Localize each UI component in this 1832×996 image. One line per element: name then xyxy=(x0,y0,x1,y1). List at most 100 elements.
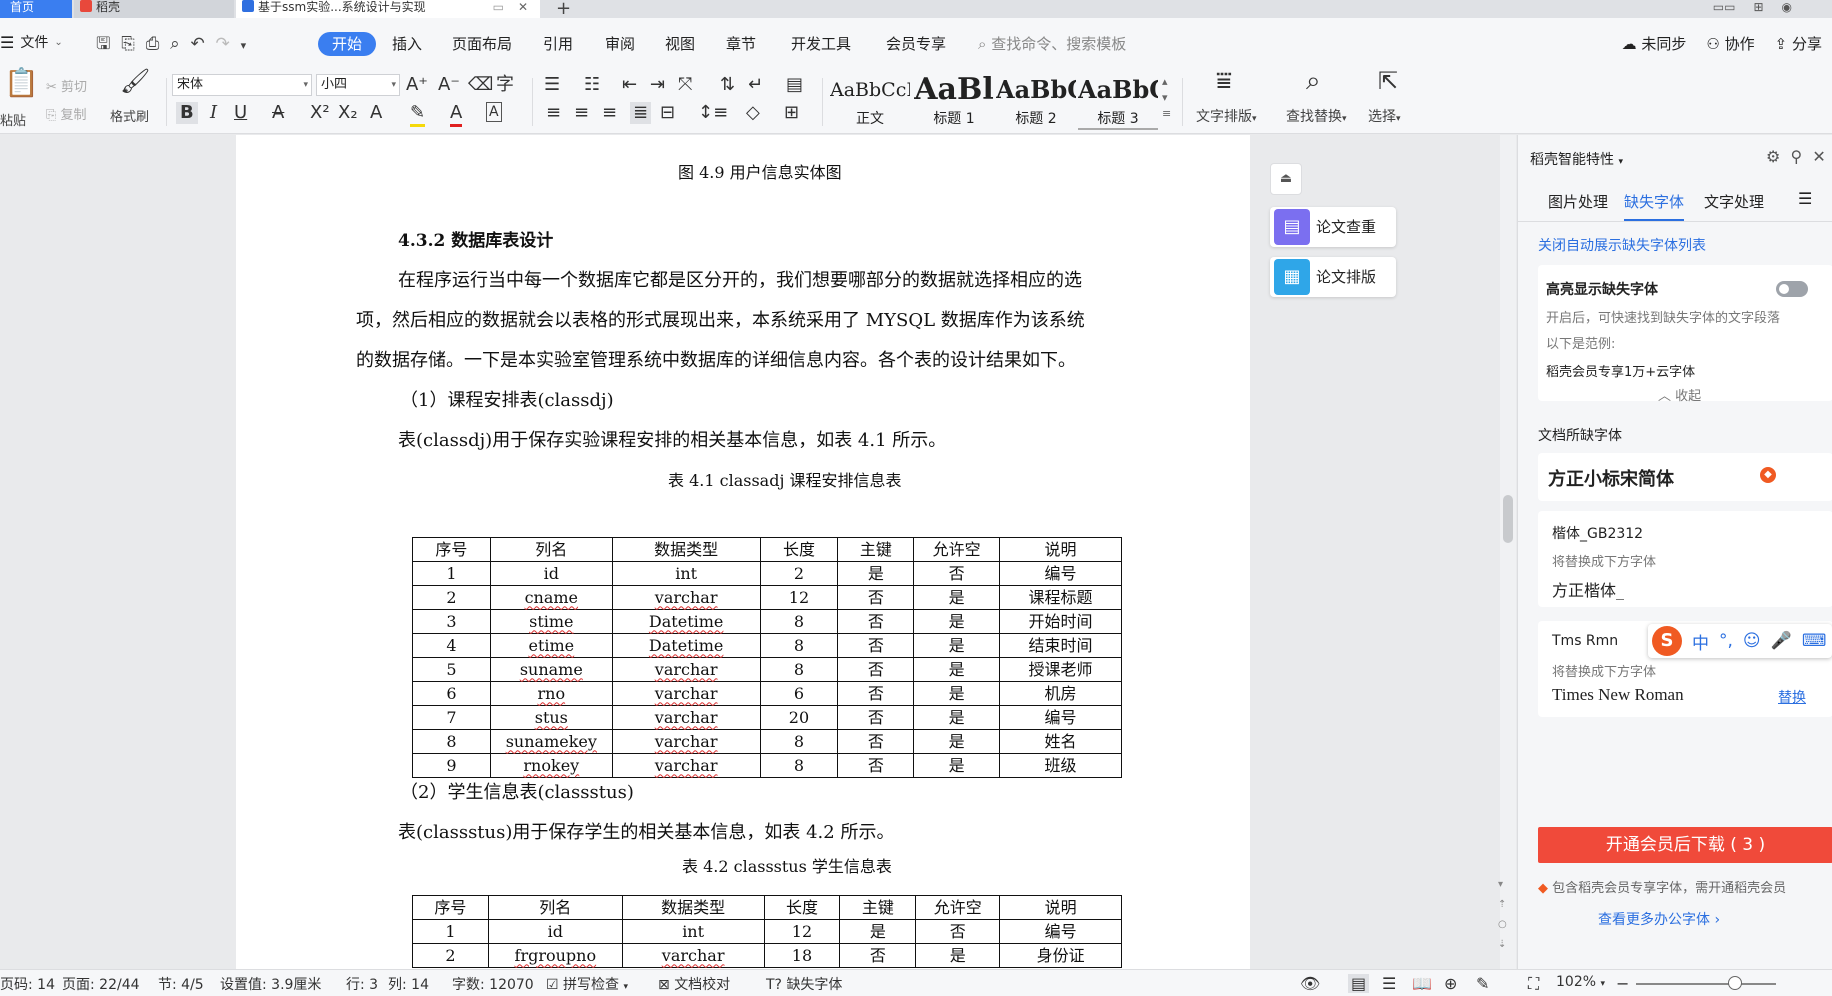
table-cell[interactable]: 18 xyxy=(763,943,841,968)
font-size-select[interactable]: 小四 ▾ xyxy=(316,74,400,96)
borders-icon[interactable]: ⊞ xyxy=(784,102,799,124)
table-cell[interactable]: 4 xyxy=(412,633,491,658)
table-cell[interactable]: 编号 xyxy=(999,561,1122,586)
table-cell[interactable]: 否 xyxy=(913,561,1001,586)
redo-icon[interactable]: ↷ xyxy=(216,34,230,54)
table-cell[interactable]: 是 xyxy=(837,561,915,586)
more-fonts-link[interactable]: 查看更多办公字体 › xyxy=(1598,909,1720,929)
table-cell[interactable]: 12 xyxy=(759,585,839,610)
table-cell[interactable]: suname xyxy=(489,657,613,682)
table-header-cell[interactable]: 主键 xyxy=(839,895,917,920)
proofread-button[interactable]: ⊠ 文档校对 xyxy=(658,974,730,994)
table-cell[interactable]: 8 xyxy=(759,657,839,682)
table-cell[interactable]: 是 xyxy=(913,585,1001,610)
table-cell[interactable]: stime xyxy=(489,609,613,634)
status-row[interactable]: 行: 3 xyxy=(346,974,378,994)
ime-toolbar[interactable]: S 中 °, ☺ 🎤 ⌨ xyxy=(1648,624,1832,658)
share-button[interactable]: ⇪ 分享 xyxy=(1775,32,1822,56)
table-header-cell[interactable]: 序号 xyxy=(412,537,491,562)
text-effect-icon[interactable]: A xyxy=(370,102,382,124)
bold-icon[interactable]: B xyxy=(176,102,198,124)
table-cell[interactable]: 否 xyxy=(837,657,915,682)
gear-icon[interactable]: ⚙ xyxy=(1766,147,1780,166)
status-pages[interactable]: 页面: 22/44 xyxy=(62,974,140,994)
table-cell[interactable]: Datetime xyxy=(611,609,761,634)
highlight-icon[interactable]: ✎ xyxy=(410,102,426,127)
font-color-icon[interactable]: A xyxy=(450,102,463,127)
new-tab-icon[interactable]: + xyxy=(556,0,571,19)
emoji-icon[interactable]: ☺ xyxy=(1743,631,1761,651)
format-painter-icon[interactable]: 🖌 xyxy=(120,69,150,93)
command-search[interactable]: ⌕ 查找命令、搜索模板 xyxy=(978,32,1126,56)
format-painter-label[interactable]: 格式刷 xyxy=(110,106,149,125)
table-header-cell[interactable]: 说明 xyxy=(999,895,1122,920)
phonetic-icon[interactable]: 字 xyxy=(496,74,514,96)
table-cell[interactable]: 8 xyxy=(759,729,839,754)
fit-page-icon[interactable]: ⛶ xyxy=(1528,974,1539,994)
table-cell[interactable]: 是 xyxy=(913,705,1001,730)
table-cell[interactable]: 班级 xyxy=(999,753,1122,778)
table-cell[interactable]: varchar xyxy=(611,585,761,610)
table-cell[interactable]: 是 xyxy=(839,919,917,944)
tab-page-layout[interactable]: 页面布局 xyxy=(452,32,512,56)
outline-view-icon[interactable]: ☰ xyxy=(1382,974,1396,993)
table-cell[interactable]: 8 xyxy=(759,633,839,658)
table-cell[interactable]: varchar xyxy=(611,705,761,730)
tab-home[interactable]: 首页 xyxy=(0,0,72,18)
table-cell[interactable]: 12 xyxy=(763,919,841,944)
close-tab-icon[interactable]: ✕ xyxy=(518,0,528,14)
subscript-icon[interactable]: X₂ xyxy=(338,102,358,124)
table-cell[interactable]: 否 xyxy=(837,633,915,658)
table-classstus[interactable]: 序号 列名 数据类型 长度 主键 允许空 说明 1 id int 12 是否编号 2 frgroupno v… xyxy=(412,895,1122,968)
table-cell[interactable]: sunamekey xyxy=(489,729,613,754)
close-icon[interactable]: ✕ xyxy=(1812,147,1825,166)
char-border-icon[interactable]: A xyxy=(486,102,502,122)
close-auto-show-link[interactable]: 关闭自动展示缺失字体列表 xyxy=(1538,235,1706,255)
clear-format-icon[interactable]: ⌫ xyxy=(468,74,493,96)
font-name-select[interactable]: 宋体 ▾ xyxy=(172,74,312,96)
reading-view-icon[interactable]: 📖 xyxy=(1412,974,1432,993)
table-cell[interactable]: 是 xyxy=(915,943,1001,968)
tab-document[interactable]: 基于ssm实验...系统设计与实现 ▭ ✕ xyxy=(236,0,540,18)
missing-font-button[interactable]: T? 缺失字体 xyxy=(766,974,842,994)
table-cell[interactable]: 是 xyxy=(913,729,1001,754)
superscript-icon[interactable]: X² xyxy=(310,102,330,124)
table-cell[interactable]: 否 xyxy=(837,609,915,634)
table-cell[interactable]: 是 xyxy=(913,609,1001,634)
table-cell[interactable]: 否 xyxy=(837,585,915,610)
table-cell[interactable]: varchar xyxy=(611,657,761,682)
table-cell[interactable]: 5 xyxy=(412,657,491,682)
decrease-indent-icon[interactable]: ⇤ xyxy=(622,74,637,96)
table-cell[interactable]: 姓名 xyxy=(999,729,1122,754)
missing-font-card[interactable]: 方正小标宋简体 ◆ xyxy=(1538,453,1832,501)
table-cell[interactable]: rno xyxy=(489,681,613,706)
tab-chapter[interactable]: 章节 xyxy=(726,32,756,56)
pin-icon[interactable]: ⚲ xyxy=(1791,147,1803,166)
page-view-icon[interactable]: ▤ xyxy=(1348,974,1370,993)
table-cell[interactable]: varchar xyxy=(611,753,761,778)
table-cell[interactable]: 8 xyxy=(412,729,491,754)
panel-title[interactable]: 稻壳智能特性 ▾ xyxy=(1530,149,1623,169)
find-replace-button[interactable]: 查找替换▾ xyxy=(1286,106,1347,126)
table-header-cell[interactable]: 长度 xyxy=(759,537,839,562)
table-cell[interactable]: id xyxy=(489,561,613,586)
table-cell[interactable]: id xyxy=(487,919,623,944)
web-view-icon[interactable]: ⊕ xyxy=(1444,974,1457,993)
tab-stops-icon[interactable]: ▤ xyxy=(786,74,803,96)
status-col[interactable]: 列: 14 xyxy=(388,974,429,994)
tab-developer[interactable]: 开发工具 xyxy=(791,32,851,56)
status-page-code[interactable]: 页码: 14 xyxy=(0,974,55,994)
panel-tab-image[interactable]: 图片处理 xyxy=(1548,191,1608,212)
font-shrink-icon[interactable]: A⁻ xyxy=(438,74,460,96)
find-icon[interactable]: ⌕ xyxy=(1306,68,1321,94)
sort-icon[interactable]: ⇅ xyxy=(720,74,735,96)
bullet-list-icon[interactable]: ☰ xyxy=(544,74,560,96)
table-cell[interactable]: 2 xyxy=(759,561,839,586)
table-cell[interactable]: Datetime xyxy=(611,633,761,658)
table-cell[interactable]: varchar xyxy=(621,943,765,968)
spell-check-button[interactable]: ☑ 拼写检查 ▾ xyxy=(546,974,628,994)
table-classdj[interactable]: 序号 列名 数据类型 长度 主键 允许空 说明 1 id int 2 是否编号 2 cname varcha… xyxy=(412,537,1122,778)
punctuation-icon[interactable]: °, xyxy=(1719,631,1733,651)
tab-insert[interactable]: 插入 xyxy=(392,32,422,56)
table-cell[interactable]: int xyxy=(611,561,761,586)
